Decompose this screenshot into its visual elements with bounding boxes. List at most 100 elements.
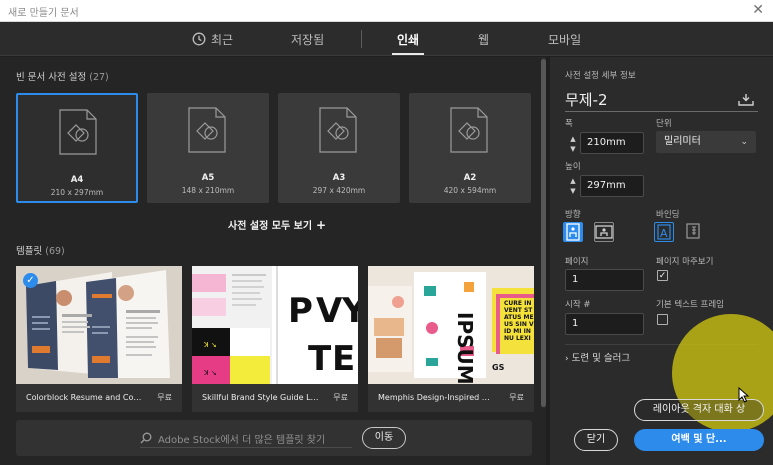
- preset-card-a2[interactable]: A2 420 x 594mm: [409, 93, 531, 203]
- orientation-label: 방향: [565, 210, 581, 220]
- blank-presets-heading: 빈 문서 사전 설정 (27): [16, 69, 109, 83]
- stock-search-bar: Adobe Stock에서 더 많은 템플릿 찾기 이동: [16, 420, 532, 456]
- scrollbar-thumb[interactable]: [541, 59, 546, 407]
- tab-saved[interactable]: 저장됨: [291, 31, 324, 48]
- preset-card-a3[interactable]: A3 297 x 420mm: [278, 93, 400, 203]
- template-name: Memphis Design-Inspired Magaz...: [378, 393, 496, 402]
- primary-text-frame-checkbox[interactable]: [657, 314, 668, 325]
- brand-glyph: V: [316, 291, 343, 331]
- tab-print[interactable]: 인쇄: [397, 31, 419, 48]
- brand-small-mark: ꓘ ↘: [203, 369, 217, 377]
- right-binding-icon[interactable]: [684, 222, 704, 242]
- preset-size: 420 x 594mm: [443, 186, 497, 195]
- active-tab-underline: [392, 53, 424, 55]
- brand-glyph: E: [332, 339, 355, 379]
- svg-text:A: A: [660, 227, 668, 240]
- width-label: 폭: [565, 119, 573, 129]
- view-all-presets-button[interactable]: 사전 설정 모두 보기 +: [228, 217, 326, 232]
- template-thumbnail: ꓘ ↘ ꓘ ↘ P V Y T E: [192, 266, 358, 384]
- clock-icon: [192, 32, 206, 46]
- close-window-icon[interactable]: ✕: [752, 2, 764, 18]
- title-bar: 새로 만들기 문서 ✕: [0, 0, 773, 22]
- category-tabs: 최근 저장됨 인쇄 웹 모바일: [0, 22, 773, 56]
- bleed-slug-label: 도련 및 슬러그: [571, 353, 631, 364]
- start-number-label: 시작 #: [565, 300, 591, 310]
- binding-label: 바인딩: [656, 210, 680, 220]
- chevron-right-icon: ›: [565, 354, 569, 364]
- search-icon: [140, 432, 152, 444]
- pages-label: 페이지: [565, 257, 589, 267]
- templates-count: (69): [45, 246, 65, 257]
- height-label: 높이: [565, 162, 581, 172]
- units-value: 밀리미터: [664, 136, 701, 147]
- units-label: 단위: [656, 119, 672, 129]
- search-underline: [140, 447, 352, 448]
- memphis-word: IPSUM: [453, 312, 477, 384]
- bleed-slug-toggle[interactable]: › 도련 및 슬러그: [565, 350, 630, 364]
- preset-name: A3: [332, 173, 346, 183]
- brand-small-mark: ꓘ ↘: [203, 341, 217, 349]
- name-underline: [565, 111, 758, 112]
- height-stepper-icon[interactable]: ▲ ▼: [568, 176, 578, 198]
- units-select[interactable]: 밀리미터 ⌄: [656, 131, 756, 153]
- details-header: 사전 설정 세부 정보: [565, 71, 636, 81]
- blank-presets-title: 빈 문서 사전 설정: [16, 72, 87, 83]
- brand-glyph: T: [308, 339, 332, 379]
- facing-pages-label: 페이지 마주보기: [656, 257, 714, 267]
- preset-size: 297 x 420mm: [312, 186, 366, 195]
- tab-web[interactable]: 웹: [478, 31, 489, 48]
- template-thumbnail: ✓: [16, 266, 182, 384]
- close-button[interactable]: 닫기: [574, 429, 618, 451]
- template-price: 무료: [333, 393, 348, 402]
- window-title: 새로 만들기 문서: [8, 8, 79, 19]
- template-card-colorblock-resume[interactable]: ✓ Colorblock Resume and Cover L... 무료: [16, 266, 182, 412]
- preset-card-a4[interactable]: A4 210 x 297mm: [16, 93, 138, 203]
- left-binding-icon[interactable]: A: [654, 222, 674, 242]
- document-icon: [450, 107, 488, 153]
- portrait-orientation-icon[interactable]: [563, 222, 583, 242]
- chevron-down-icon: ⌄: [740, 137, 748, 147]
- document-icon: [319, 107, 357, 153]
- preset-card-a5[interactable]: A5 148 x 210mm: [147, 93, 269, 203]
- go-button[interactable]: 이동: [362, 427, 406, 449]
- template-card-brand-style-guide[interactable]: ꓘ ↘ ꓘ ↘ P V Y T E Skillful Brand Style G…: [192, 266, 358, 412]
- document-icon: [188, 107, 226, 153]
- template-name: Skillful Brand Style Guide Layout: [202, 393, 320, 402]
- preset-name: A2: [463, 173, 477, 183]
- template-price: 무료: [157, 393, 172, 402]
- width-stepper-icon[interactable]: ▲ ▼: [568, 134, 578, 156]
- preset-size: 148 x 210mm: [181, 186, 235, 195]
- document-icon: [59, 109, 97, 155]
- tab-recent[interactable]: 최근: [211, 31, 233, 48]
- preset-name: A5: [201, 173, 215, 183]
- blank-presets-count: (27): [89, 72, 109, 83]
- landscape-orientation-icon[interactable]: [594, 222, 614, 242]
- facing-pages-checkbox[interactable]: ✓: [657, 270, 668, 281]
- brand-glyph: P: [288, 291, 313, 331]
- preset-name: A4: [70, 175, 84, 185]
- height-field[interactable]: 297mm: [580, 175, 644, 197]
- stock-search-input[interactable]: Adobe Stock에서 더 많은 템플릿 찾기: [158, 431, 325, 446]
- primary-text-frame-label: 기본 텍스트 프레임: [656, 300, 724, 310]
- presets-scrollbar[interactable]: [541, 57, 546, 408]
- margins-columns-button[interactable]: 여백 및 단...: [634, 429, 764, 451]
- tab-divider: [361, 30, 362, 48]
- selected-check-icon: ✓: [23, 273, 38, 288]
- templates-title: 템플릿: [16, 246, 43, 257]
- view-all-label: 사전 설정 모두 보기: [228, 221, 313, 232]
- templates-heading: 템플릿 (69): [16, 243, 65, 257]
- document-name-input[interactable]: 무제-2: [565, 89, 608, 110]
- tab-mobile[interactable]: 모바일: [548, 31, 581, 48]
- presets-panel: 빈 문서 사전 설정 (27) A4 210 x 297mm A5 148 x 2…: [0, 57, 546, 465]
- memphis-side-text: CURE INVENT STATUS ME US SIN VID MI IN N…: [504, 300, 534, 342]
- width-field[interactable]: 210mm: [580, 132, 644, 154]
- template-name: Colorblock Resume and Cover L...: [26, 393, 144, 402]
- template-card-memphis-magazine[interactable]: IPSUM CURE INVENT STATUS ME US SIN VID M…: [368, 266, 534, 412]
- start-number-field[interactable]: 1: [565, 313, 644, 335]
- template-thumbnail: IPSUM CURE INVENT STATUS ME US SIN VID M…: [368, 266, 534, 384]
- brand-glyph: Y: [341, 291, 358, 331]
- save-preset-icon[interactable]: [738, 93, 754, 106]
- memphis-small: GS: [492, 363, 505, 372]
- mouse-cursor-icon: [738, 387, 750, 403]
- pages-field[interactable]: 1: [565, 269, 644, 291]
